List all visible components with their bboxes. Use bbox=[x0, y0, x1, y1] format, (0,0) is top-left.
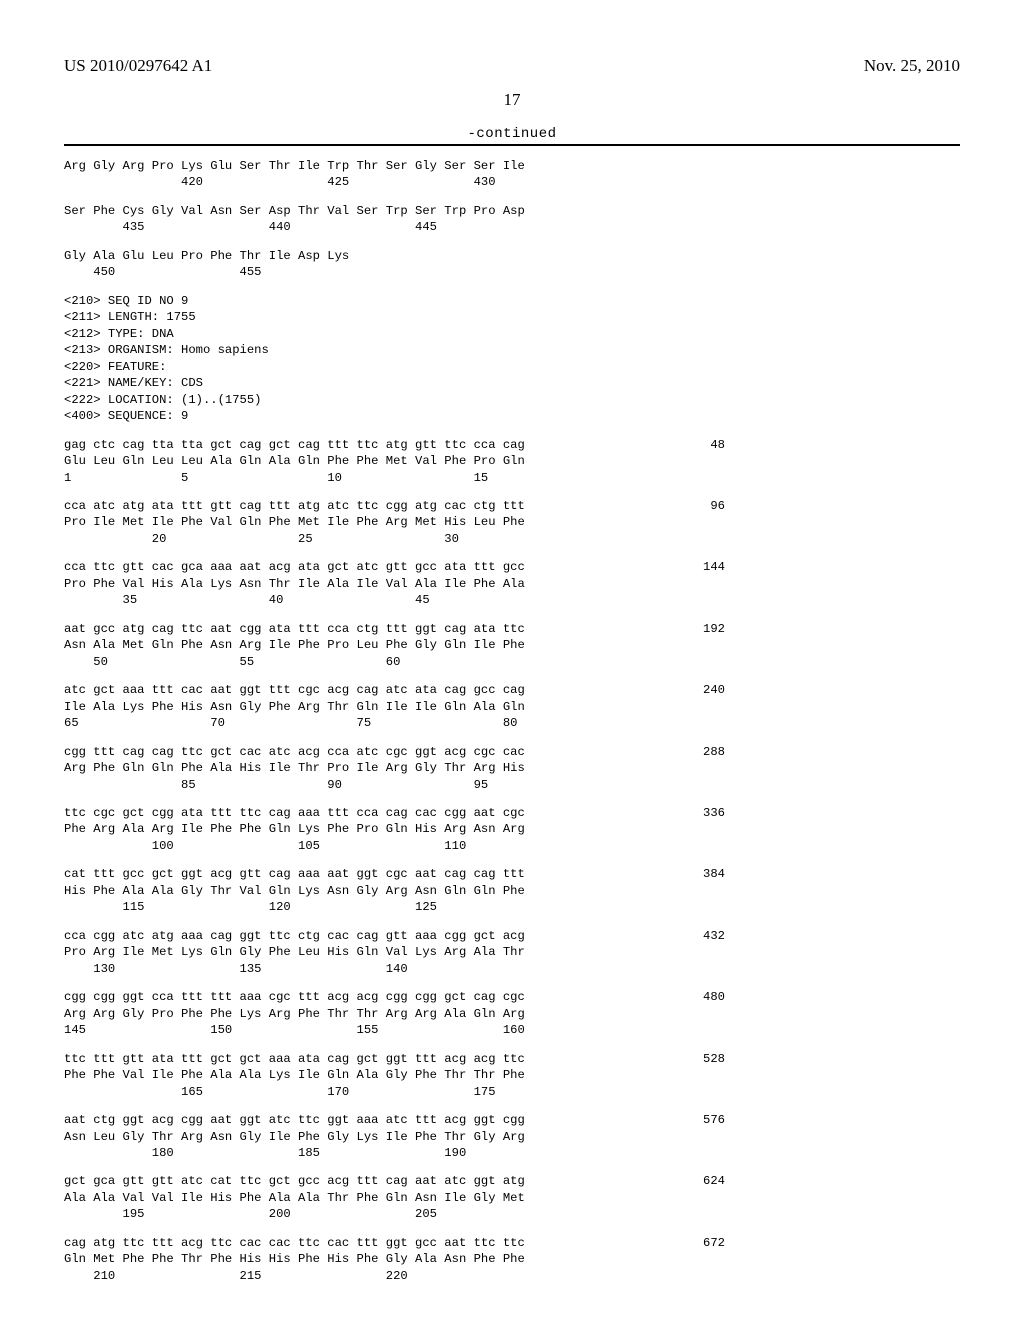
sequence-header-block: <210> SEQ ID NO 9 <211> LENGTH: 1755 <21… bbox=[64, 293, 960, 408]
codon-row: cat ttt gcc gct ggt acg gtt cag aaa aat … bbox=[64, 866, 960, 915]
page-number: 17 bbox=[64, 90, 960, 110]
continued-label: -continued bbox=[64, 126, 960, 142]
codon-row: cca ttc gtt cac gca aaa aat acg ata gct … bbox=[64, 559, 960, 608]
sequence-header-lines: <210> SEQ ID NO 9 <211> LENGTH: 1755 <21… bbox=[64, 293, 960, 408]
protein-row: Arg Gly Arg Pro Lys Glu Ser Thr Ile Trp … bbox=[64, 158, 960, 191]
sequence-tag: <400> SEQUENCE: 9 bbox=[64, 408, 960, 424]
codon-row: cag atg ttc ttt acg ttc cac cac ttc cac … bbox=[64, 1235, 960, 1284]
publication-date: Nov. 25, 2010 bbox=[864, 56, 960, 76]
codon-row: cgg ttt cag cag ttc gct cac atc acg cca … bbox=[64, 744, 960, 793]
sequence-listing: Arg Gly Arg Pro Lys Glu Ser Thr Ile Trp … bbox=[64, 158, 960, 1284]
codon-row: gct gca gtt gtt atc cat ttc gct gcc acg … bbox=[64, 1173, 960, 1222]
codon-row: cca cgg atc atg aaa cag ggt ttc ctg cac … bbox=[64, 928, 960, 977]
codon-row: ttc ttt gtt ata ttt gct gct aaa ata cag … bbox=[64, 1051, 960, 1100]
protein-row: Gly Ala Glu Leu Pro Phe Thr Ile Asp Lys … bbox=[64, 248, 960, 281]
codon-row: aat ctg ggt acg cgg aat ggt atc ttc ggt … bbox=[64, 1112, 960, 1161]
protein-tail-block: Arg Gly Arg Pro Lys Glu Ser Thr Ile Trp … bbox=[64, 158, 960, 281]
codon-row: gag ctc cag tta tta gct cag gct cag ttt … bbox=[64, 437, 960, 486]
protein-row: Ser Phe Cys Gly Val Asn Ser Asp Thr Val … bbox=[64, 203, 960, 236]
codon-row: cca atc atg ata ttt gtt cag ttt atg atc … bbox=[64, 498, 960, 547]
publication-number: US 2010/0297642 A1 bbox=[64, 56, 212, 76]
codon-rows: gag ctc cag tta tta gct cag gct cag ttt … bbox=[64, 437, 960, 1285]
codon-row: aat gcc atg cag ttc aat cgg ata ttt cca … bbox=[64, 621, 960, 670]
divider-top bbox=[64, 144, 960, 146]
page-header: US 2010/0297642 A1 Nov. 25, 2010 bbox=[64, 56, 960, 76]
page: US 2010/0297642 A1 Nov. 25, 2010 17 -con… bbox=[0, 0, 1024, 1320]
codon-row: cgg cgg ggt cca ttt ttt aaa cgc ttt acg … bbox=[64, 989, 960, 1038]
codon-row: ttc cgc gct cgg ata ttt ttc cag aaa ttt … bbox=[64, 805, 960, 854]
codon-row: atc gct aaa ttt cac aat ggt ttt cgc acg … bbox=[64, 682, 960, 731]
